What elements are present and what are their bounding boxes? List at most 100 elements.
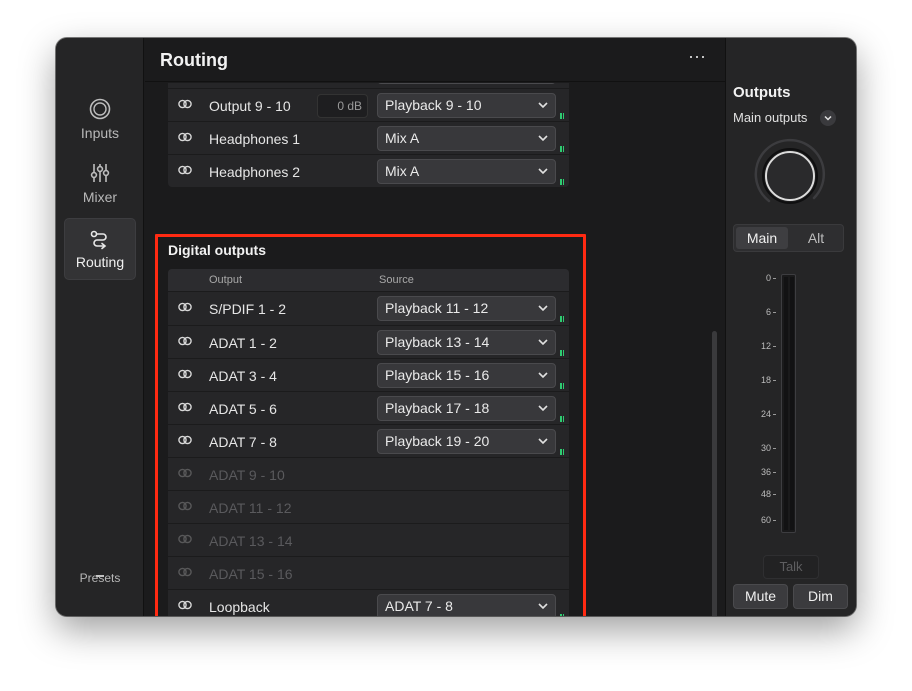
routing-icon (90, 230, 107, 250)
chevron-down-icon (538, 438, 548, 445)
routing-content: Output 9 - 10 0 dB Playback 9 - 10 Headp… (145, 83, 725, 616)
output-name: ADAT 13 - 14 (209, 533, 293, 549)
source-dropdown[interactable]: Playback 15 - 16 (377, 363, 556, 388)
source-value: Playback 15 - 16 (385, 367, 490, 383)
main-button[interactable]: Main (736, 227, 788, 249)
stereo-link-icon[interactable] (178, 534, 192, 544)
volume-knob[interactable] (752, 138, 828, 219)
page-title: Routing (160, 50, 228, 70)
outputs-panel: Outputs Main outputs Main Alt 0 6 12 18 24 30… (725, 38, 856, 616)
meter-scale-label: 24 (740, 409, 776, 419)
chevron-down-icon (538, 168, 548, 175)
stereo-link-icon[interactable] (178, 302, 192, 312)
presets-label: Presets (79, 571, 121, 585)
output-name: Output 9 - 10 (209, 98, 291, 114)
level-meter (560, 429, 564, 455)
mute-button[interactable]: Mute (733, 584, 788, 609)
sidebar-item-mixer[interactable]: Mixer (64, 152, 136, 214)
level-meter (560, 296, 564, 322)
sidebar-item-routing[interactable]: Routing (64, 218, 136, 280)
column-header-source: Source (379, 274, 414, 286)
analogue-outputs-table: Output 9 - 10 0 dB Playback 9 - 10 Headp… (168, 83, 569, 187)
source-value: Playback 19 - 20 (385, 433, 490, 449)
source-value: Mix A (385, 163, 420, 179)
level-meter (560, 363, 564, 389)
source-dropdown[interactable] (377, 83, 556, 84)
table-row: ADAT 15 - 16 (168, 556, 569, 589)
meter-scale-label: 48 (740, 489, 776, 499)
source-value: Playback 11 - 12 (385, 300, 489, 316)
stereo-link-icon[interactable] (178, 99, 192, 109)
mixer-sliders-icon (90, 164, 110, 182)
dim-button[interactable]: Dim (793, 584, 848, 609)
level-meter (560, 396, 564, 422)
source-dropdown[interactable]: Playback 13 - 14 (377, 330, 556, 355)
sidebar-item-label: Inputs (80, 125, 120, 141)
source-dropdown[interactable]: Playback 11 - 12 (377, 296, 556, 321)
stereo-link-icon[interactable] (178, 600, 192, 610)
output-level-meter (781, 274, 796, 533)
chevron-down-icon (538, 305, 548, 312)
source-dropdown[interactable]: Playback 19 - 20 (377, 429, 556, 454)
stereo-link-icon[interactable] (178, 132, 192, 142)
output-name: ADAT 9 - 10 (209, 467, 285, 483)
stereo-link-icon[interactable] (178, 435, 192, 445)
table-row: Output 9 - 10 0 dB Playback 9 - 10 (168, 88, 569, 121)
level-meter (560, 159, 564, 185)
column-header-output: Output (209, 274, 243, 286)
header-bar: Routing ⋯ (145, 38, 725, 82)
table-row: ADAT 9 - 10 (168, 457, 569, 490)
source-value: Playback 9 - 10 (385, 97, 482, 113)
table-row: ADAT 5 - 6 Playback 17 - 18 (168, 391, 569, 424)
level-meter (560, 330, 564, 356)
output-name: ADAT 15 - 16 (209, 566, 293, 582)
source-value: Playback 13 - 14 (385, 334, 490, 350)
meter-scale-label: 36 (740, 467, 776, 477)
section-title: Digital outputs (168, 242, 266, 258)
stereo-link-icon[interactable] (178, 369, 192, 379)
table-row: ADAT 3 - 4 Playback 15 - 16 (168, 358, 569, 391)
table-row: Headphones 2 Mix A (168, 154, 569, 187)
panel-title: Outputs (733, 84, 791, 101)
stereo-link-icon[interactable] (178, 501, 192, 511)
table-row: ADAT 7 - 8 Playback 19 - 20 (168, 424, 569, 457)
sidebar-item-inputs[interactable]: Inputs (64, 88, 136, 150)
chevron-down-icon (538, 339, 548, 346)
talk-button[interactable]: Talk (763, 555, 819, 579)
table-row: ADAT 11 - 12 (168, 490, 569, 523)
source-value: ADAT 7 - 8 (385, 598, 453, 614)
output-name: S/PDIF 1 - 2 (209, 301, 287, 317)
table-row: S/PDIF 1 - 2 Playback 11 - 12 (168, 292, 569, 325)
vertical-scrollbar[interactable] (712, 331, 717, 616)
output-name: Headphones 2 (209, 164, 301, 180)
source-dropdown[interactable]: Mix A (377, 159, 556, 184)
stereo-link-icon[interactable] (178, 567, 192, 577)
meter-scale-label: 30 (740, 443, 776, 453)
source-dropdown[interactable]: Mix A (377, 126, 556, 151)
chevron-down-icon (538, 603, 548, 610)
more-options-icon[interactable]: ⋯ (688, 47, 707, 68)
main-alt-toggle: Main Alt (733, 224, 844, 252)
meter-scale-label: 6 (740, 307, 776, 317)
source-dropdown[interactable]: Playback 9 - 10 (377, 93, 556, 118)
chevron-down-icon (538, 135, 548, 142)
gain-field[interactable]: 0 dB (317, 94, 368, 118)
source-dropdown[interactable]: ADAT 7 - 8 (377, 594, 556, 616)
chevron-down-icon (538, 405, 548, 412)
digital-outputs-table: Output Source S/PDIF 1 - 2 Playback 11 - … (168, 269, 569, 616)
stereo-link-icon[interactable] (178, 402, 192, 412)
stereo-link-icon[interactable] (178, 468, 192, 478)
stereo-link-icon[interactable] (178, 165, 192, 175)
alt-button[interactable]: Alt (790, 227, 842, 249)
source-dropdown[interactable]: Playback 17 - 18 (377, 396, 556, 421)
sidebar-item-label: Mixer (82, 189, 118, 205)
output-name: ADAT 1 - 2 (209, 335, 277, 351)
level-meter (560, 126, 564, 152)
source-value: Mix A (385, 130, 420, 146)
stereo-link-icon[interactable] (178, 336, 192, 346)
presets-button[interactable]: Presets (56, 571, 144, 585)
sidebar-item-label: Routing (75, 254, 125, 270)
chevron-down-icon[interactable] (820, 110, 836, 126)
outputs-selector[interactable]: Main outputs (733, 110, 807, 125)
table-row: Loopback ADAT 7 - 8 (168, 589, 569, 616)
